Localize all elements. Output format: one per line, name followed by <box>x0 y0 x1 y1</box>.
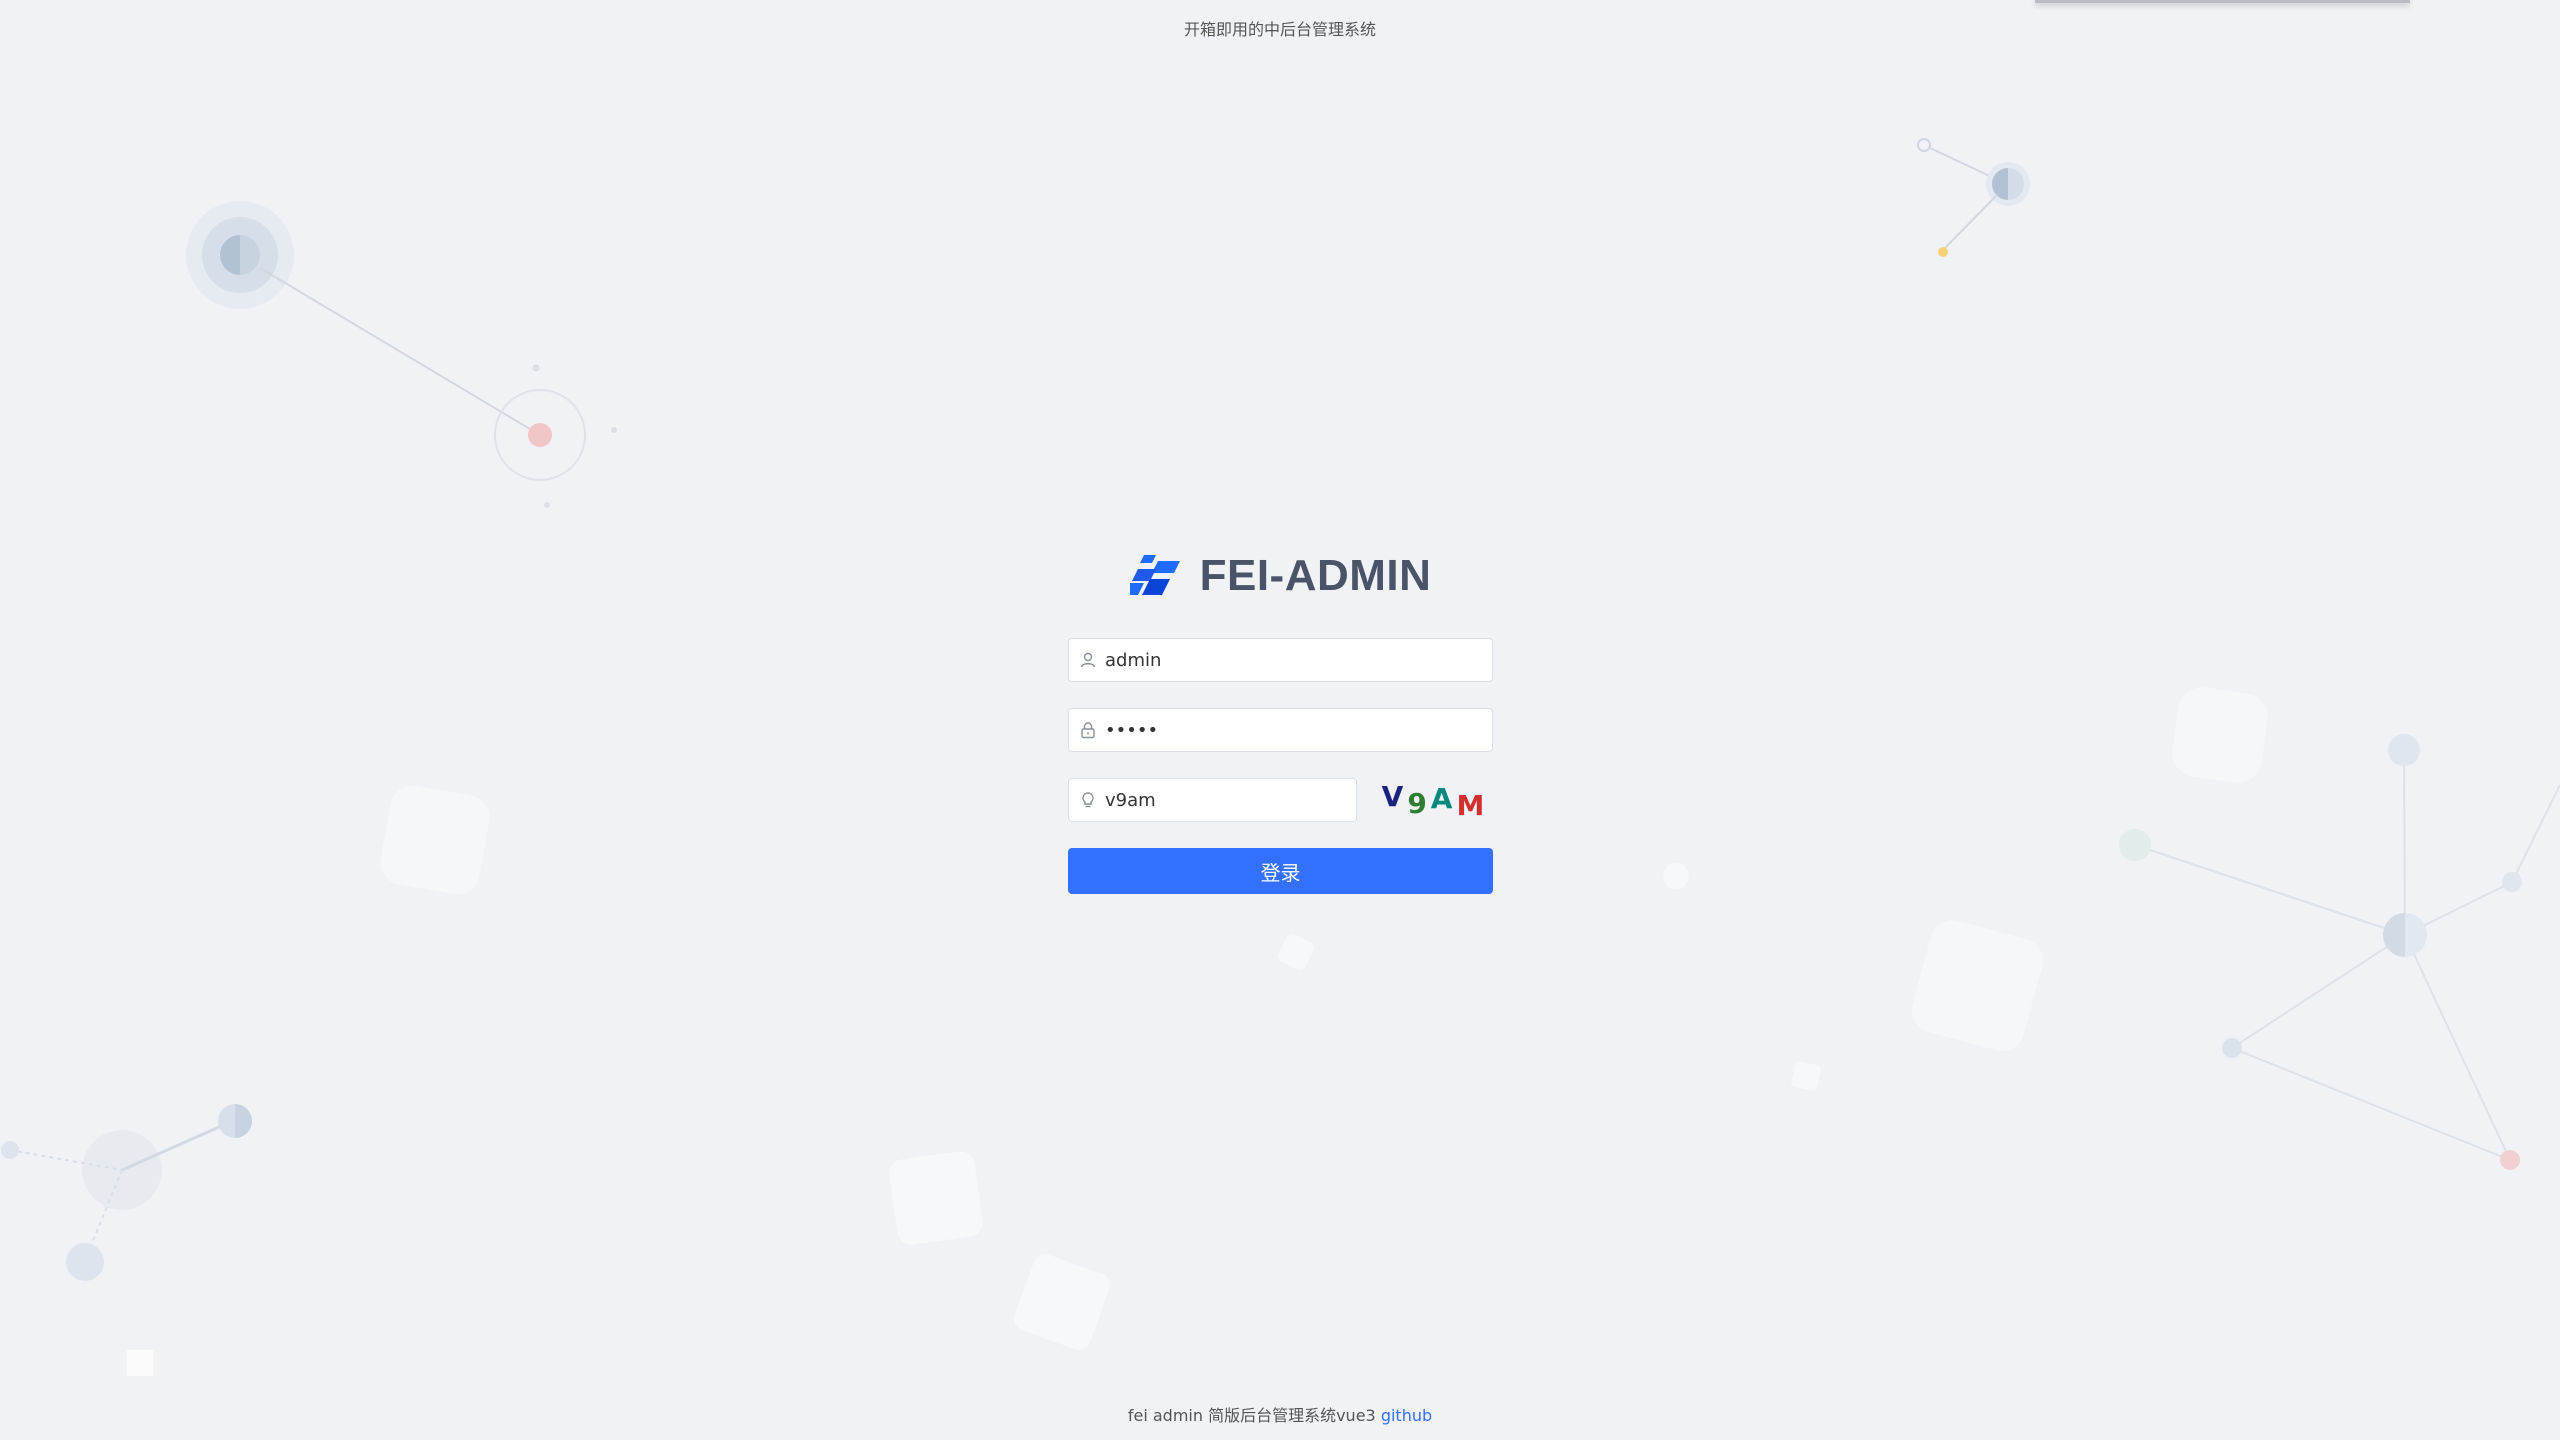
lock-icon <box>1081 722 1095 739</box>
captcha-char: A <box>1430 781 1453 815</box>
captcha-input[interactable] <box>1105 779 1356 821</box>
bulb-icon <box>1082 792 1094 808</box>
captcha-field[interactable] <box>1068 778 1357 822</box>
captcha-image[interactable]: V9AM <box>1373 778 1493 822</box>
username-field[interactable] <box>1068 638 1493 682</box>
fei-logo-icon <box>1129 555 1180 595</box>
username-input[interactable] <box>1105 639 1492 681</box>
footer: fei admin 简版后台管理系统vue3 github <box>0 1402 2560 1426</box>
top-tagline: 开箱即用的中后台管理系统 <box>1183 20 1376 39</box>
top-edge-shadow <box>2035 0 2410 3</box>
password-field[interactable] <box>1068 708 1493 752</box>
user-icon <box>1080 652 1096 668</box>
login-button[interactable]: 登录 <box>1068 848 1493 894</box>
brand-header: FEI-ADMIN <box>1068 548 1493 604</box>
github-link[interactable]: github <box>1381 1406 1432 1425</box>
password-input[interactable] <box>1105 709 1492 751</box>
app-title: FEI-ADMIN <box>1199 551 1432 600</box>
captcha-row: V9AM <box>1068 778 1493 822</box>
captcha-char: M <box>1456 788 1485 822</box>
captcha-char: V <box>1381 779 1404 813</box>
login-form: FEI-ADMIN V9AM 登录 <box>1068 548 1493 894</box>
footer-text: fei admin 简版后台管理系统vue3 <box>1127 1406 1376 1425</box>
captcha-char: 9 <box>1407 786 1427 820</box>
